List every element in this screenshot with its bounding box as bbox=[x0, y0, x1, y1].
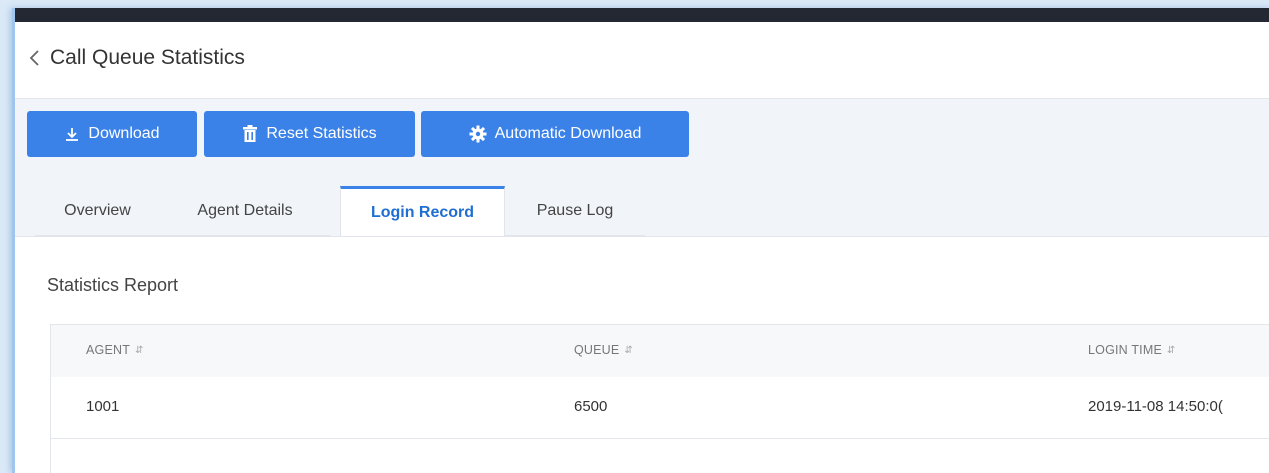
download-label: Download bbox=[88, 125, 160, 142]
app-window: Call Queue Statistics Download Reset Sta… bbox=[12, 8, 1269, 473]
cell-login-time: 2019-11-08 14:50:0( bbox=[1088, 398, 1223, 415]
gear-icon bbox=[469, 125, 487, 143]
column-header-agent[interactable]: AGENT ⇵ bbox=[86, 343, 144, 357]
reset-statistics-label: Reset Statistics bbox=[266, 125, 377, 142]
toolbar: Download Reset Statistics Automatic Down… bbox=[15, 111, 1269, 157]
top-bar bbox=[15, 8, 1269, 22]
section-title: Statistics Report bbox=[47, 275, 179, 295]
page-title: Call Queue Statistics bbox=[50, 46, 245, 69]
column-header-queue[interactable]: QUEUE ⇵ bbox=[574, 343, 633, 357]
tab-agent-details[interactable]: Agent Details bbox=[160, 186, 330, 236]
cell-agent: 1001 bbox=[86, 398, 120, 415]
tab-login-record[interactable]: Login Record bbox=[340, 186, 505, 236]
cell-queue: 6500 bbox=[574, 398, 608, 415]
content-panel: Statistics Report AGENT ⇵ QUEUE ⇵ LOGIN TI… bbox=[15, 236, 1269, 473]
automatic-download-button[interactable]: Automatic Download bbox=[421, 111, 689, 157]
tab-bar: Overview Agent Details Login Record Paus… bbox=[15, 186, 1269, 236]
automatic-download-label: Automatic Download bbox=[494, 125, 642, 142]
tab-overview[interactable]: Overview bbox=[35, 186, 160, 236]
page-header: Call Queue Statistics bbox=[15, 22, 1269, 99]
column-header-queue-label: QUEUE bbox=[574, 343, 620, 357]
chevron-left-icon[interactable] bbox=[27, 46, 43, 70]
table-header: AGENT ⇵ QUEUE ⇵ LOGIN TIME ⇵ bbox=[51, 325, 1269, 377]
column-header-login-time-label: LOGIN TIME bbox=[1088, 343, 1163, 357]
trash-icon bbox=[242, 125, 258, 143]
download-icon bbox=[64, 126, 80, 142]
sort-icon[interactable]: ⇵ bbox=[1167, 345, 1176, 356]
sort-icon[interactable]: ⇵ bbox=[624, 345, 633, 356]
tab-pause-log[interactable]: Pause Log bbox=[505, 186, 645, 236]
table-row: 1001 6500 2019-11-08 14:50:0( bbox=[51, 377, 1269, 439]
reset-statistics-button[interactable]: Reset Statistics bbox=[204, 111, 415, 157]
sort-icon[interactable]: ⇵ bbox=[135, 345, 144, 356]
column-header-login-time[interactable]: LOGIN TIME ⇵ bbox=[1088, 343, 1176, 357]
download-button[interactable]: Download bbox=[27, 111, 197, 157]
column-header-agent-label: AGENT bbox=[86, 343, 131, 357]
statistics-table: AGENT ⇵ QUEUE ⇵ LOGIN TIME ⇵ 1001 6500 2019… bbox=[50, 324, 1269, 473]
